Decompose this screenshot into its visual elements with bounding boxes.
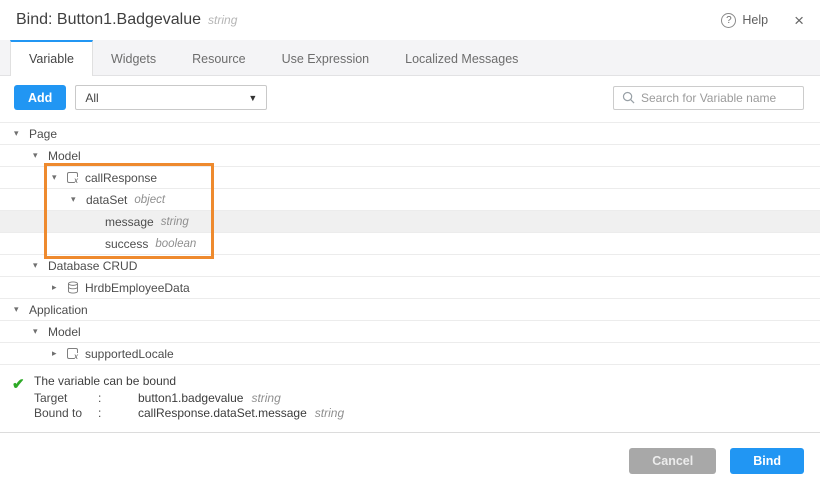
tree-row-success[interactable]: success boolean bbox=[0, 233, 820, 255]
tree-node-label: supportedLocale bbox=[85, 347, 174, 361]
help-link[interactable]: Help bbox=[742, 13, 768, 27]
chevron-down-icon[interactable]: ▾ bbox=[33, 260, 48, 271]
tree-row-supportedlocale[interactable]: ▸ supportedLocale bbox=[0, 343, 820, 365]
variable-search[interactable] bbox=[613, 86, 804, 110]
variable-icon bbox=[67, 348, 78, 359]
check-icon: ✔ bbox=[12, 374, 34, 421]
status-value: callResponse.dataSet.message bbox=[138, 406, 307, 421]
chevron-down-icon[interactable]: ▾ bbox=[14, 128, 29, 139]
chevron-right-icon[interactable]: ▸ bbox=[52, 348, 67, 359]
variable-tree: ▾Page▾Model▾callResponse▾dataSetobjectme… bbox=[0, 122, 820, 365]
help-icon[interactable]: ? bbox=[721, 13, 736, 28]
search-icon bbox=[622, 91, 635, 104]
chevron-down-icon[interactable]: ▾ bbox=[33, 150, 48, 161]
chevron-down-icon[interactable]: ▾ bbox=[33, 326, 48, 337]
tree-node-label: dataSet bbox=[86, 193, 127, 207]
tree-row-model[interactable]: ▾Model bbox=[0, 145, 820, 167]
dialog-title: Bind: Button1.Badgevalue bbox=[16, 11, 201, 29]
status-message: The variable can be bound bbox=[34, 374, 344, 389]
tab-use-expression[interactable]: Use Expression bbox=[264, 40, 388, 75]
add-variable-button[interactable]: Add bbox=[14, 85, 66, 110]
tab-resource[interactable]: Resource bbox=[174, 40, 264, 75]
cancel-button[interactable]: Cancel bbox=[629, 448, 716, 474]
variable-icon bbox=[67, 172, 78, 183]
chevron-right-icon[interactable]: ▸ bbox=[52, 282, 67, 293]
tree-node-label: Application bbox=[29, 303, 88, 317]
tree-node-label: message bbox=[105, 215, 154, 229]
status-rows: Target:button1.badgevaluestringBound to:… bbox=[34, 391, 344, 421]
variable-filter-value: All bbox=[85, 91, 98, 105]
bind-button[interactable]: Bind bbox=[730, 448, 804, 474]
tree-row-message[interactable]: message string bbox=[0, 211, 820, 233]
status-type: string bbox=[251, 391, 280, 406]
bind-dialog: Bind: Button1.Badgevalue string ? Help ×… bbox=[0, 0, 820, 421]
tab-variable[interactable]: Variable bbox=[10, 40, 93, 76]
chevron-down-icon[interactable]: ▾ bbox=[14, 304, 29, 315]
status-label: Target bbox=[34, 391, 98, 406]
status-colon: : bbox=[98, 406, 138, 421]
tree-row-model[interactable]: ▾Model bbox=[0, 321, 820, 343]
tree-row-hrdbemployeedata[interactable]: ▸ HrdbEmployeeData bbox=[0, 277, 820, 299]
tree-node-type: object bbox=[134, 194, 165, 206]
search-input[interactable] bbox=[641, 91, 795, 105]
status-label: Bound to bbox=[34, 406, 98, 421]
database-icon bbox=[67, 281, 79, 294]
status-type: string bbox=[315, 406, 344, 421]
tree-node-label: success bbox=[105, 237, 148, 251]
tab-bar: VariableWidgetsResourceUse ExpressionLoc… bbox=[0, 40, 820, 76]
tree-row-database-crud[interactable]: ▾Database CRUD bbox=[0, 255, 820, 277]
tree-node-label: Database CRUD bbox=[48, 259, 137, 273]
status-row-bound-to: Bound to:callResponse.dataSet.message str… bbox=[34, 406, 344, 421]
tree-node-type: string bbox=[161, 216, 189, 228]
binding-status: ✔ The variable can be bound Target:butto… bbox=[0, 365, 820, 421]
variable-filter-dropdown[interactable]: All ▼ bbox=[75, 85, 267, 110]
close-icon[interactable]: × bbox=[794, 12, 804, 29]
tree-node-label: HrdbEmployeeData bbox=[85, 281, 190, 295]
tree-node-label: Model bbox=[48, 325, 81, 339]
tree-row-application[interactable]: ▾Application bbox=[0, 299, 820, 321]
chevron-down-icon: ▼ bbox=[248, 93, 257, 103]
tree-node-label: Model bbox=[48, 149, 81, 163]
tree-row-page[interactable]: ▾Page bbox=[0, 123, 820, 145]
dialog-title-type: string bbox=[208, 13, 237, 27]
chevron-down-icon[interactable]: ▾ bbox=[71, 194, 86, 205]
dialog-header: Bind: Button1.Badgevalue string ? Help × bbox=[0, 0, 820, 40]
tree-node-type: boolean bbox=[155, 238, 196, 250]
status-body: The variable can be bound Target:button1… bbox=[34, 374, 344, 421]
tree-node-label: callResponse bbox=[85, 171, 157, 185]
tab-widgets[interactable]: Widgets bbox=[93, 40, 174, 75]
status-colon: : bbox=[98, 391, 138, 406]
status-row-target: Target:button1.badgevalue string bbox=[34, 391, 344, 406]
tree-node-label: Page bbox=[29, 127, 57, 141]
dialog-footer: Cancel Bind bbox=[0, 432, 820, 489]
tree-row-dataset[interactable]: ▾dataSet object bbox=[0, 189, 820, 211]
toolbar: Add All ▼ bbox=[0, 76, 820, 119]
chevron-down-icon[interactable]: ▾ bbox=[52, 172, 67, 183]
tab-localized-messages[interactable]: Localized Messages bbox=[387, 40, 536, 75]
status-value: button1.badgevalue bbox=[138, 391, 243, 406]
tree-row-callresponse[interactable]: ▾ callResponse bbox=[0, 167, 820, 189]
